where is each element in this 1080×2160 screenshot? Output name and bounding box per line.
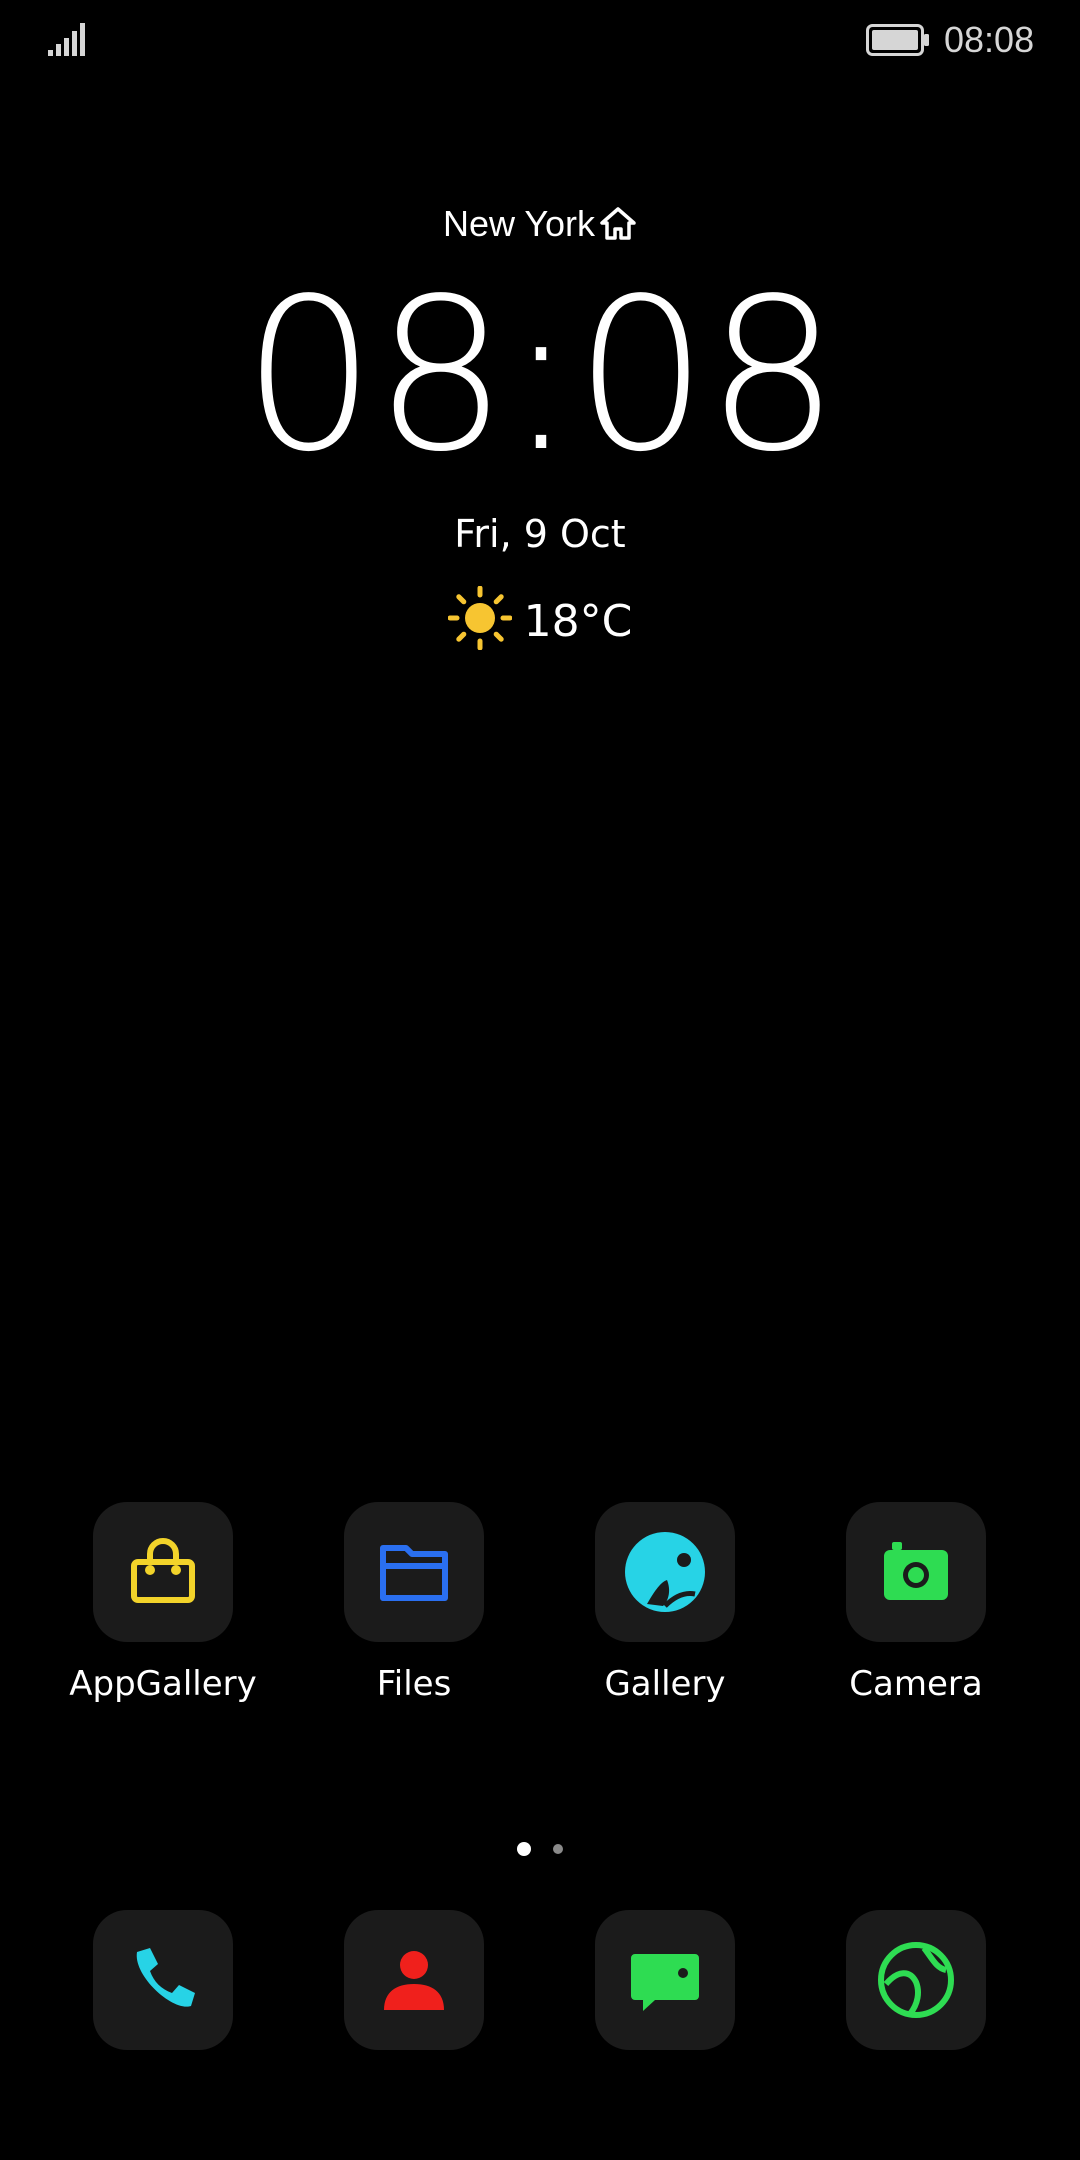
camera-icon [884,1542,948,1600]
app-tile[interactable] [846,1502,986,1642]
app-tile[interactable] [344,1502,484,1642]
city-label: New York [442,203,596,244]
clock-time: 08:08 [242,253,839,498]
browser-icon [878,1942,954,2018]
home-icon [600,207,636,240]
app-gallery[interactable]: Gallery [540,1502,790,1706]
app-appgallery[interactable]: AppGallery [38,1502,288,1706]
shopping-bag-icon [131,1538,195,1603]
app-files[interactable]: Files [289,1502,539,1706]
dock-messages[interactable] [595,1910,735,2050]
app-camera[interactable]: Camera [791,1502,1041,1706]
folder-icon [380,1545,448,1601]
dock-phone[interactable] [93,1910,233,2050]
app-label: Files [376,1664,452,1704]
app-label: Gallery [604,1664,726,1704]
app-tile[interactable] [93,1502,233,1642]
battery-icon [866,24,929,56]
sun-icon [447,586,512,650]
page-indicator [0,1838,1080,1858]
gallery-icon [625,1532,705,1612]
signal-bars-icon [48,23,85,56]
phone-icon [136,1948,195,2007]
temperature-label: 18°C [523,596,633,647]
weather-row: 18°C [0,586,1080,650]
date-label: Fri, 9 Oct [454,512,626,556]
page-dot-active[interactable] [517,1841,531,1856]
status-bar: 08:08 [0,0,1080,80]
app-label: AppGallery [69,1664,257,1704]
app-label: Camera [849,1664,983,1704]
city-row: New York [0,200,1080,248]
dock-contacts[interactable] [344,1910,484,2050]
status-time: 08:08 [944,19,1035,60]
page-dot[interactable] [553,1843,563,1854]
app-tile[interactable] [595,1502,735,1642]
dock-browser[interactable] [846,1910,986,2050]
message-icon [631,1954,699,2011]
contact-icon [384,1951,444,2010]
